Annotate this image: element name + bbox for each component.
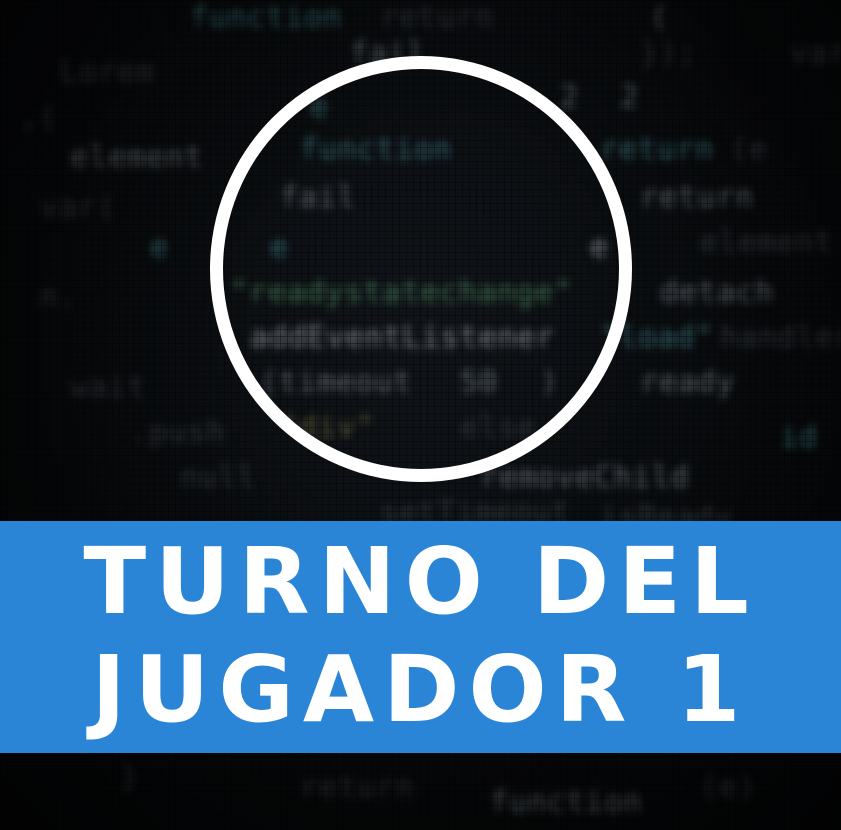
- ring-icon: [210, 56, 632, 482]
- turn-banner-title-line1: TURNO DEL: [83, 528, 758, 635]
- turn-screen: function return ( Lorem fail }); var e 2…: [0, 0, 841, 830]
- turn-banner-title-line2: JUGADOR 1: [91, 636, 750, 743]
